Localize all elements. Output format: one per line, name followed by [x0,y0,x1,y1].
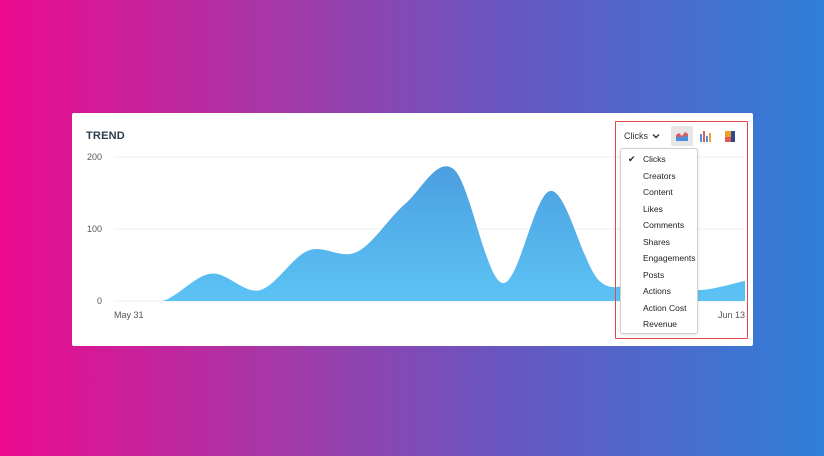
chart-type-toggle [671,126,741,146]
metric-option-content[interactable]: Content [621,184,697,200]
metric-option-label: Engagements [643,253,696,263]
metric-option-creators[interactable]: Creators [621,168,697,184]
metric-option-label: Revenue [643,319,678,329]
y-tick-label: 100 [87,224,102,234]
metric-option-posts[interactable]: Posts [621,267,697,283]
metric-option-label: Posts [643,269,665,280]
x-tick-label: May 31 [114,310,144,320]
chevron-down-icon [652,132,660,141]
metric-option-engagements[interactable]: Engagements [621,250,697,266]
metric-option-likes[interactable]: Likes [621,201,697,217]
area-chart-button[interactable] [671,126,693,146]
y-tick-label: 200 [87,152,102,162]
metric-option-actions[interactable]: Actions [621,283,697,299]
metric-option-label: Comments [643,220,685,230]
metric-option-comments[interactable]: Comments [621,217,697,233]
bar-chart-button[interactable] [695,126,717,146]
metric-select[interactable]: Clicks [624,128,666,144]
metric-option-label: Likes [643,203,663,214]
stacked-chart-button[interactable] [719,126,741,146]
trend-card: TREND 0 100 200 May 31 Jun 13 Clicks ✔ C… [72,113,753,346]
metric-option-clicks[interactable]: ✔ Clicks [621,151,697,167]
stacked-chart-icon [725,131,735,142]
metric-option-label: Actions [643,286,671,296]
metric-option-label: Content [643,187,673,197]
metric-option-shares[interactable]: Shares [621,234,697,250]
checkmark-icon: ✔ [628,153,636,164]
metric-dropdown: ✔ Clicks Creators Content Likes Comments Share… [620,148,698,334]
metric-select-value: Clicks [624,131,648,141]
metric-option-label: Creators [643,170,676,181]
metric-option-label: Action Cost [643,302,687,313]
area-chart-icon [676,132,688,141]
y-tick-label: 0 [97,296,102,306]
metric-option-action-cost[interactable]: Action Cost [621,300,697,316]
bar-chart-icon [700,131,711,142]
metric-option-revenue[interactable]: Revenue [621,316,697,332]
metric-option-label: Clicks [643,154,666,164]
metric-option-label: Shares [643,236,670,247]
